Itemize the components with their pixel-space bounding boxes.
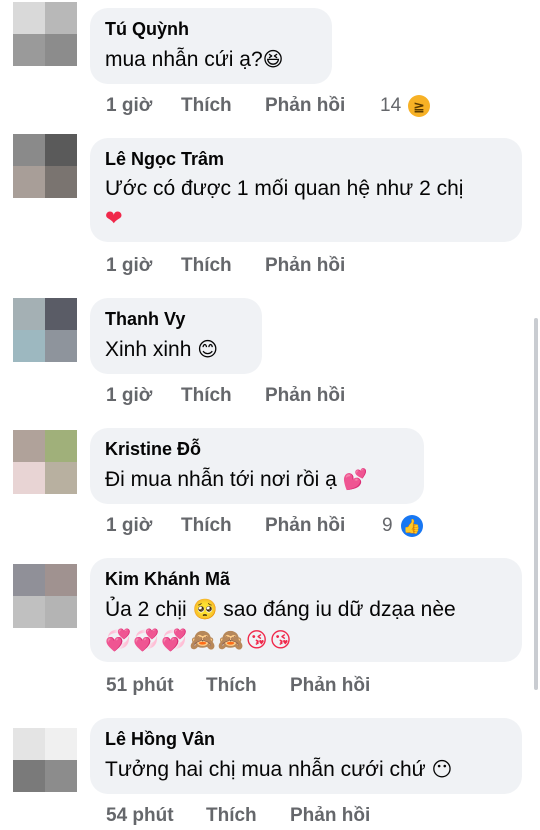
timestamp[interactable]: 1 giờ [106,94,152,118]
reply-button[interactable]: Phản hồi [265,254,345,278]
comment-bubble: Kim Khánh Mã Ủa 2 chịi 🥺 sao đáng iu dữ … [90,558,522,662]
comment-text: Xinh xinh 😊 [105,337,219,361]
author-name[interactable]: Thanh Vy [105,308,246,330]
avatar[interactable] [13,430,77,494]
comment-text: Ủa 2 chịi 🥺 sao đáng iu dữ dzạa nèe [105,597,456,621]
comment-bubble: Tú Quỳnh mua nhẫn cứi ạ?😆 [90,8,332,84]
comment-bubble: Kristine Đỗ Đi mua nhẫn tới nơi rồi ạ 💕 [90,428,424,504]
comment-text: mua nhẫn cứi ạ?😆 [105,47,284,71]
timestamp[interactable]: 54 phút [106,804,174,828]
no-mouth-emoji-icon: 😶 [431,757,453,781]
avatar[interactable] [13,298,77,362]
author-name[interactable]: Kim Khánh Mã [105,568,506,590]
author-name[interactable]: Tú Quỳnh [105,18,316,40]
timestamp[interactable]: 1 giờ [106,384,152,408]
reaction-count[interactable]: 14 [380,94,401,118]
timestamp[interactable]: 1 giờ [106,254,152,278]
laughing-emoji-icon: 😆 [262,47,284,71]
avatar[interactable] [13,564,77,628]
reply-button[interactable]: Phản hồi [265,384,345,408]
comment-bubble: Thanh Vy Xinh xinh 😊 [90,298,262,374]
author-name[interactable]: Lê Ngọc Trâm [105,148,506,170]
pleading-emoji-icon: 🥺 [192,597,218,621]
like-button[interactable]: Thích [181,514,232,538]
comment-bubble: Lê Hồng Vân Tưởng hai chị mua nhẫn cưới … [90,718,522,794]
like-button[interactable]: Thích [206,804,257,828]
like-button[interactable]: Thích [181,254,232,278]
like-reaction-icon[interactable]: 👍 [401,515,423,537]
author-name[interactable]: Kristine Đỗ [105,438,408,460]
avatar[interactable] [13,2,77,66]
comment-text: Đi mua nhẫn tới nơi rồi ạ 💕 [105,467,368,491]
reply-button[interactable]: Phản hồi [265,514,345,538]
haha-reaction-icon[interactable]: ≧ [408,95,430,117]
avatar[interactable] [13,728,77,792]
reply-button[interactable]: Phản hồi [290,674,370,698]
timestamp[interactable]: 1 giờ [106,514,152,538]
two-hearts-emoji-icon: 💕 [342,467,368,491]
heart-emoji-icon: ❤ [105,207,125,230]
avatar[interactable] [13,134,77,198]
like-button[interactable]: Thích [206,674,257,698]
comment-bubble: Lê Ngọc Trâm Ước có được 1 mối quan hệ n… [90,138,522,242]
like-button[interactable]: Thích [181,94,232,118]
comment-text: Ước có được 1 mối quan hệ như 2 chị [105,177,464,200]
emoji-row: 💞💞💞🙈🙈😘😘 [105,628,294,652]
like-button[interactable]: Thích [181,384,232,408]
smiling-emoji-icon: 😊 [197,337,219,361]
reply-button[interactable]: Phản hồi [265,94,345,118]
author-name[interactable]: Lê Hồng Vân [105,728,506,750]
reply-button[interactable]: Phản hồi [290,804,370,828]
reaction-count[interactable]: 9 [382,514,393,538]
comment-text: Tưởng hai chị mua nhẫn cưới chứ 😶 [105,757,453,781]
scrollbar[interactable] [534,318,538,690]
timestamp[interactable]: 51 phút [106,674,174,698]
